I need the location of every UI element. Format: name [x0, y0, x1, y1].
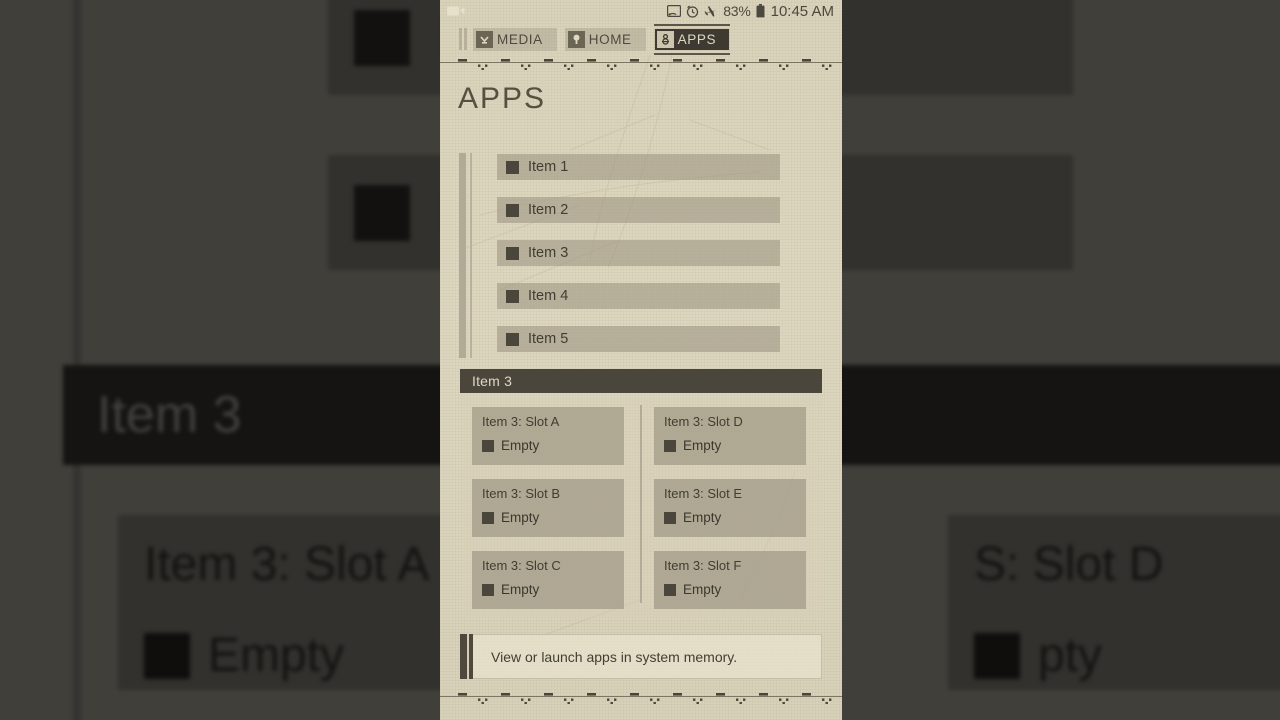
- slot-name: Item 3: Slot D: [664, 414, 743, 429]
- item-square-icon: [506, 289, 519, 303]
- slot-card[interactable]: Item 3: Slot D Empty: [654, 407, 806, 465]
- slot-square-icon: [664, 511, 676, 524]
- slot-card[interactable]: Item 3: Slot E Empty: [654, 479, 806, 537]
- screen-record-icon: [447, 5, 465, 17]
- battery-percent: 83%: [723, 3, 751, 19]
- item-list: Item 1 Item 2 Item 3 Item 4 Item 5: [440, 145, 842, 365]
- background-card-value: pty: [974, 628, 1280, 683]
- phone-screen: 83% 10:45 AM MEDIA HOME APPS APPS Item 1…: [440, 0, 842, 720]
- clock-time: 10:45 AM: [770, 2, 834, 20]
- detail-header: Item 3: [460, 369, 822, 393]
- tab-home[interactable]: HOME: [564, 27, 646, 51]
- background-scroll-line: [73, 0, 81, 720]
- slot-square-icon: [482, 439, 494, 452]
- background-row-square: [354, 184, 410, 241]
- tab-bar-grip-icon: [459, 28, 467, 50]
- description-text: View or launch apps in system memory.: [473, 634, 822, 679]
- media-chevron-icon: [476, 30, 493, 48]
- divider-top: [440, 59, 842, 70]
- screen: Item 3 Item 4 Item 5 Item 3 Item 3: Slot…: [0, 0, 1280, 720]
- slot-column-right: Item 3: Slot D Empty Item 3: Slot E Empt…: [654, 407, 806, 623]
- list-item-label: Item 3: [528, 245, 569, 261]
- detail-body: Item 3: Slot A Empty Item 3: Slot B Empt…: [460, 393, 822, 618]
- item-square-icon: [506, 160, 519, 174]
- slot-value: Empty: [482, 582, 614, 597]
- item-square-icon: [506, 246, 519, 260]
- list-scrollbar[interactable]: [459, 153, 466, 358]
- slot-name: Item 3: Slot A: [482, 414, 560, 429]
- apps-figure-icon: [656, 30, 674, 48]
- slot-card[interactable]: Item 3: Slot B Empty: [472, 479, 624, 537]
- background-row-square: [354, 9, 410, 66]
- alarm-icon: [686, 4, 699, 18]
- slot-card[interactable]: Item 3: Slot F Empty: [654, 551, 806, 609]
- tab-media[interactable]: MEDIA: [473, 27, 557, 51]
- slot-name: Item 3: Slot F: [664, 558, 742, 573]
- list-item[interactable]: Item 5: [497, 326, 780, 352]
- battery-icon: [756, 4, 765, 18]
- list-item[interactable]: Item 2: [497, 197, 780, 223]
- slot-name: Item 3: Slot E: [664, 486, 743, 501]
- slot-square-icon: [664, 583, 676, 596]
- list-item[interactable]: Item 1: [497, 154, 780, 180]
- slot-card[interactable]: Item 3: Slot A Empty: [472, 407, 624, 465]
- slot-value: Empty: [482, 510, 614, 525]
- list-item[interactable]: Item 3: [497, 240, 780, 266]
- column-divider: [640, 405, 642, 603]
- tab-apps-label: APPS: [677, 31, 717, 47]
- list-item-label: Item 4: [528, 288, 569, 304]
- slot-column-left: Item 3: Slot A Empty Item 3: Slot B Empt…: [472, 407, 624, 623]
- background-card-square: [974, 632, 1020, 679]
- status-icons-group: 83% 10:45 AM: [667, 3, 834, 20]
- item-square-icon: [506, 332, 519, 346]
- home-tree-icon: [567, 30, 585, 48]
- description-accent-icon: [460, 634, 473, 679]
- slot-card[interactable]: Item 3: Slot C Empty: [472, 551, 624, 609]
- slot-square-icon: [482, 583, 494, 596]
- list-scrollbar-rail: [470, 153, 472, 358]
- detail-panel: Item 3 Item 3: Slot A Empty Item 3: Slot…: [460, 369, 822, 618]
- divider-bottom: [440, 693, 842, 704]
- slot-value: Empty: [664, 510, 796, 525]
- status-bar: 83% 10:45 AM: [440, 0, 842, 22]
- slot-value: Empty: [664, 438, 796, 453]
- tab-bar: MEDIA HOME APPS: [440, 22, 842, 56]
- slot-square-icon: [482, 511, 494, 524]
- airplane-mode-icon: [704, 5, 718, 18]
- slot-square-icon: [664, 439, 676, 452]
- tab-media-label: MEDIA: [497, 31, 543, 47]
- slot-name: Item 3: Slot C: [482, 558, 561, 573]
- list-item-label: Item 5: [528, 331, 569, 347]
- background-card: S: Slot D pty: [948, 515, 1280, 690]
- item-square-icon: [506, 203, 519, 217]
- page-title: APPS: [458, 82, 547, 115]
- tab-apps[interactable]: APPS: [653, 23, 731, 55]
- tab-home-label: HOME: [588, 31, 632, 47]
- slot-name: Item 3: Slot B: [482, 486, 561, 501]
- background-card-square: [144, 632, 190, 679]
- list-item[interactable]: Item 4: [497, 283, 780, 309]
- slot-value: Empty: [482, 438, 614, 453]
- description-bar: View or launch apps in system memory.: [460, 634, 822, 679]
- list-item-label: Item 1: [528, 159, 569, 175]
- list-item-label: Item 2: [528, 202, 569, 218]
- background-card-name: S: Slot D: [974, 538, 1164, 591]
- cast-icon: [667, 5, 682, 17]
- slot-value: Empty: [664, 582, 796, 597]
